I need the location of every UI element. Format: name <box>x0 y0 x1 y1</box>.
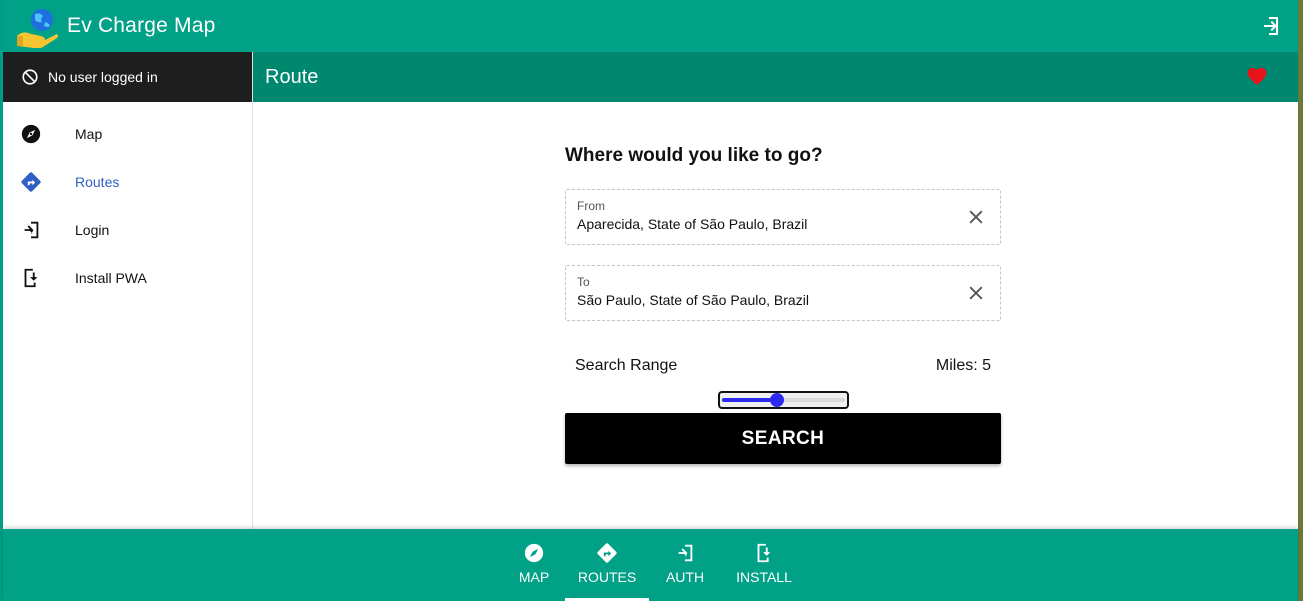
clear-from-icon[interactable] <box>966 207 986 227</box>
sidebar-item-label: Map <box>75 126 103 142</box>
bottom-nav-install[interactable]: INSTALL <box>731 529 797 601</box>
form-heading: Where would you like to go? <box>565 145 823 166</box>
login-icon <box>19 218 43 242</box>
search-range-label: Search Range <box>575 357 678 374</box>
sidebar-item-label: Routes <box>75 174 120 190</box>
bottom-nav-auth[interactable]: AUTH <box>660 529 710 601</box>
from-field-label: From <box>577 199 605 213</box>
login-icon <box>678 544 693 562</box>
app-title: Ev Charge Map <box>67 14 216 37</box>
bottom-nav-label: ROUTES <box>577 569 637 585</box>
to-input[interactable] <box>577 292 947 308</box>
compass-icon <box>524 543 544 563</box>
clear-to-icon[interactable] <box>966 283 986 303</box>
heart-icon[interactable] <box>1246 66 1268 86</box>
blocked-icon <box>22 69 38 85</box>
install-phone-icon <box>757 543 771 563</box>
sidebar-item-install-pwa[interactable]: Install PWA <box>3 254 252 302</box>
app-shell: Ev Charge Map No user logged in Map Rout… <box>0 0 1298 601</box>
bottom-nav-routes[interactable]: ROUTES <box>565 529 649 601</box>
sidebar-item-routes[interactable]: Routes <box>3 158 252 206</box>
directions-icon <box>19 170 43 194</box>
bottom-navigation: MAP ROUTES AUTH INSTALL <box>3 529 1298 601</box>
from-input[interactable] <box>577 216 947 232</box>
to-field: To <box>565 265 1001 321</box>
miles-value: Miles: 5 <box>935 357 991 374</box>
from-field: From <box>565 189 1001 245</box>
page-header: Route <box>253 52 1298 102</box>
sidebar-item-label: Login <box>75 222 110 238</box>
user-status-text: No user logged in <box>48 69 158 85</box>
login-icon[interactable] <box>1258 14 1282 38</box>
slider-fill <box>721 398 777 402</box>
install-phone-icon <box>19 266 43 290</box>
top-app-bar: Ev Charge Map <box>3 0 1298 52</box>
search-range-row: Search Range Miles: 5 <box>565 357 1001 375</box>
user-status-strip: No user logged in <box>3 52 252 102</box>
sidebar: No user logged in Map Routes Login Insta… <box>3 52 253 529</box>
sidebar-nav: Map Routes Login Install PWA <box>3 102 252 302</box>
slider-thumb[interactable] <box>769 393 784 407</box>
bottom-nav-map[interactable]: MAP <box>509 529 559 601</box>
to-field-label: To <box>577 275 590 289</box>
globe-hand-logo-icon <box>17 9 58 48</box>
sidebar-item-map[interactable]: Map <box>3 110 252 158</box>
search-range-slider[interactable] <box>717 391 849 409</box>
compass-icon <box>19 122 43 146</box>
bottom-nav-label: MAP <box>518 569 550 585</box>
bottom-nav-label: INSTALL <box>736 569 792 585</box>
directions-icon <box>597 543 617 563</box>
sidebar-item-login[interactable]: Login <box>3 206 252 254</box>
route-form: Where would you like to go? From To Sear… <box>565 145 1001 464</box>
bottom-nav-label: AUTH <box>665 569 705 585</box>
sidebar-item-label: Install PWA <box>75 270 147 286</box>
page-title: Route <box>265 65 319 88</box>
search-button[interactable]: SEARCH <box>565 413 1001 464</box>
